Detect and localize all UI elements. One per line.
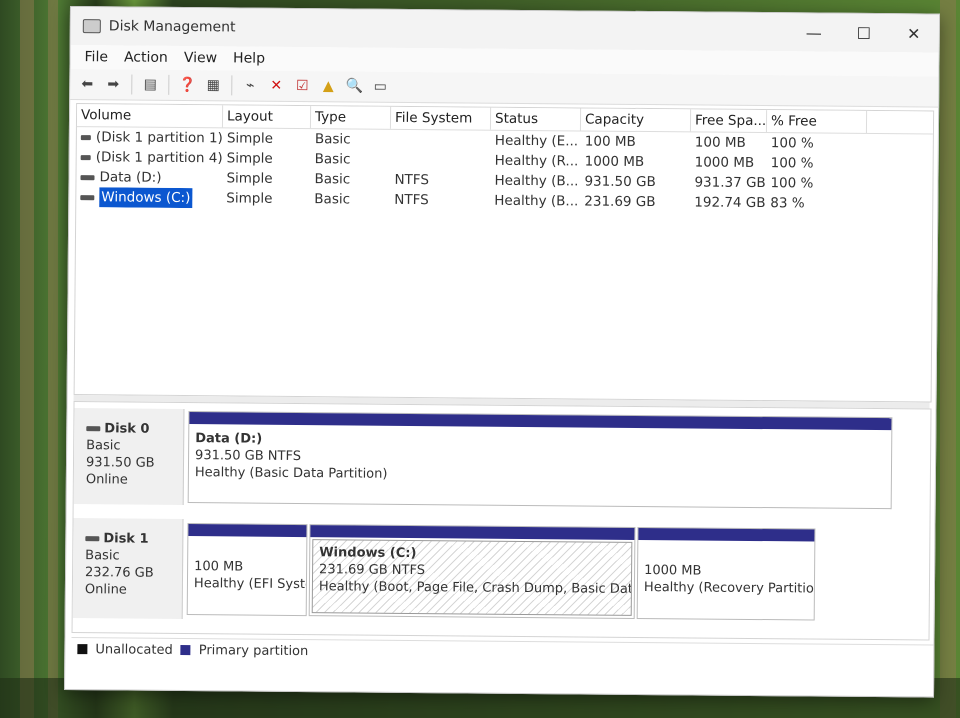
disk-state: Online [84, 582, 127, 598]
close-button[interactable]: ✕ [889, 14, 939, 52]
partition-name: Windows (C:) [319, 545, 417, 562]
header-volume[interactable]: Volume [76, 104, 224, 128]
menu-action[interactable]: Action [116, 49, 176, 66]
status-cell: Healthy (E... [494, 132, 579, 150]
window-title: Disk Management [108, 18, 236, 36]
partition-data-d[interactable]: Data (D:) 931.50 GB NTFS Healthy (Basic … [187, 411, 893, 510]
capacity-cell: 931.50 GB [584, 173, 656, 191]
volume-name: (Disk 1 partition 4) [95, 149, 223, 167]
partition-windows-c[interactable]: Windows (C:) 231.69 GB NTFS Healthy (Boo… [308, 524, 636, 619]
header-status[interactable]: Status [490, 107, 582, 131]
header-free-space[interactable]: Free Spa... [690, 109, 768, 133]
back-icon[interactable]: ⬅ [76, 73, 98, 95]
volume-name: Data (D:) [99, 169, 162, 186]
free-cell: 100 MB [694, 134, 746, 151]
disk-management-icon [82, 19, 101, 34]
menu-view[interactable]: View [176, 50, 225, 66]
percent-cell: 83 % [770, 195, 805, 212]
unallocated-swatch [77, 644, 88, 655]
status-cell: Healthy (B... [494, 192, 579, 210]
legend-unallocated: Unallocated [95, 641, 173, 658]
menu-help[interactable]: Help [225, 50, 273, 66]
settings-icon[interactable]: ▭ [369, 76, 391, 98]
check-icon[interactable]: ☑ [291, 75, 313, 97]
disk-1-row: Disk 1 Basic 232.76 GB Online 100 MB Hea… [72, 518, 930, 625]
partition-name: Data (D:) [195, 431, 263, 447]
layout-cell: Simple [226, 190, 273, 207]
volume-name: (Disk 1 partition 1) [95, 129, 223, 147]
disk-icon [86, 426, 101, 432]
search-icon[interactable]: 🔍 [343, 75, 365, 97]
capacity-cell: 1000 MB [584, 153, 645, 171]
fs-cell [391, 130, 491, 151]
folder-up-icon[interactable]: ▲ [317, 75, 339, 97]
type-cell: Basic [314, 131, 351, 148]
menu-file[interactable]: File [76, 49, 116, 65]
header-capacity[interactable]: Capacity [580, 108, 692, 132]
legend-primary: Primary partition [198, 642, 309, 659]
legend: Unallocated Primary partition [71, 637, 934, 668]
percent-cell: 100 % [770, 135, 814, 152]
toolbar: ⬅ ➡ ▤ ❓ ▦ ⌁ ✕ ☑ ▲ 🔍 ▭ [70, 69, 939, 108]
partition-status: Healthy (EFI Syste [193, 576, 307, 593]
partition-recovery[interactable]: 1000 MB Healthy (Recovery Partition) [636, 526, 816, 621]
header-type[interactable]: Type [310, 106, 392, 129]
connect-icon[interactable]: ⌁ [239, 74, 261, 96]
status-cell: Healthy (B... [494, 172, 579, 190]
disk-name: Disk 0 [104, 421, 150, 437]
delete-icon[interactable]: ✕ [265, 75, 287, 97]
free-cell: 931.37 GB [694, 174, 766, 192]
disk-type: Basic [86, 438, 121, 454]
type-cell: Basic [314, 191, 351, 208]
free-cell: 1000 MB [694, 154, 755, 171]
disk-type: Basic [85, 548, 120, 564]
maximize-button[interactable]: ☐ [839, 14, 889, 52]
disk-management-window: Disk Management — ☐ ✕ File Action View H… [64, 6, 940, 698]
volume-list: Volume Layout Type File System Status Ca… [73, 103, 935, 403]
layout-cell: Simple [226, 170, 273, 187]
capacity-cell: 100 MB [584, 133, 636, 150]
percent-cell: 100 % [770, 175, 814, 192]
type-cell: Basic [314, 171, 351, 188]
disk-0-label[interactable]: Disk 0 Basic 931.50 GB Online [73, 408, 185, 506]
drive-icon [80, 154, 91, 160]
header-file-system[interactable]: File System [390, 106, 492, 130]
disk-size: 931.50 GB [85, 455, 155, 471]
type-cell: Basic [314, 151, 351, 168]
partition-size: 1000 MB [644, 563, 702, 579]
partition-size: 100 MB [194, 559, 244, 575]
disk-size: 232.76 GB [84, 565, 154, 581]
percent-cell: 100 % [770, 155, 814, 172]
partition-status: Healthy (Recovery Partition) [643, 580, 815, 597]
layout-cell: Simple [226, 150, 273, 167]
disk-graphical-view: Disk 0 Basic 931.50 GB Online Data (D:) … [71, 401, 932, 641]
disk-0-row: Disk 0 Basic 931.50 GB Online Data (D:) … [73, 408, 931, 511]
fs-cell [391, 150, 491, 171]
layout-cell: Simple [226, 130, 274, 147]
disk-icon [85, 536, 100, 542]
drive-icon [80, 174, 95, 180]
partition-status: Healthy (Boot, Page File, Crash Dump, Ba… [318, 579, 632, 598]
disk-state: Online [85, 472, 128, 488]
disk-1-label[interactable]: Disk 1 Basic 232.76 GB Online [72, 518, 184, 620]
status-cell: Healthy (R... [494, 152, 579, 170]
properties-icon[interactable]: ▦ [202, 74, 224, 96]
volume-name-selected: Windows (C:) [99, 187, 193, 209]
minimize-button[interactable]: — [789, 13, 839, 51]
header-percent-free[interactable]: % Free [766, 110, 868, 133]
free-cell: 192.74 GB [694, 194, 766, 212]
drive-icon [80, 134, 91, 140]
partition-efi[interactable]: 100 MB Healthy (EFI Syste [186, 523, 308, 617]
disk-name: Disk 1 [103, 531, 149, 547]
console-tree-icon[interactable]: ▤ [139, 74, 161, 96]
help-icon[interactable]: ❓ [176, 74, 198, 96]
fs-cell: NTFS [394, 171, 430, 189]
forward-icon[interactable]: ➡ [102, 73, 124, 95]
capacity-cell: 231.69 GB [584, 193, 656, 211]
header-layout[interactable]: Layout [222, 105, 312, 129]
fs-cell: NTFS [394, 191, 429, 209]
primary-swatch [180, 644, 191, 656]
drive-icon [80, 194, 95, 200]
